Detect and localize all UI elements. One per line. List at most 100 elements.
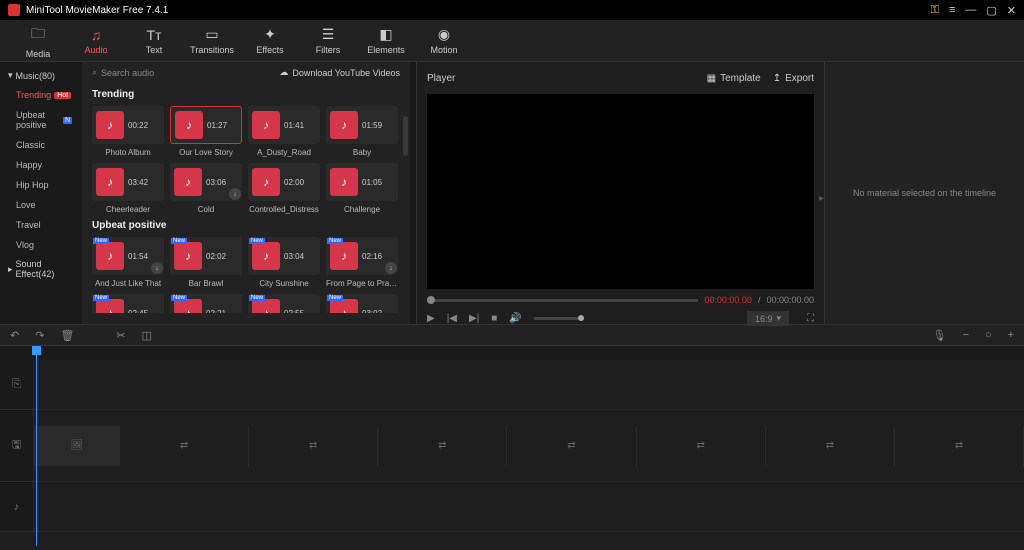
audio-card[interactable]: New ♪ 03:04 City Sunshine bbox=[248, 237, 320, 288]
download-icon[interactable]: ↓ bbox=[151, 262, 163, 274]
audio-card[interactable]: ♪ 03:06 ↓ Cold bbox=[170, 163, 242, 214]
audio-duration: 02:45 bbox=[128, 309, 148, 314]
sidebar-item-classic[interactable]: Classic bbox=[0, 135, 82, 155]
app-title: MiniTool MovieMaker Free 7.4.1 bbox=[26, 5, 168, 16]
scrollbar[interactable] bbox=[403, 116, 408, 156]
download-youtube-link[interactable]: ☁ Download YouTube Videos bbox=[279, 67, 400, 78]
video-preview[interactable] bbox=[427, 94, 814, 289]
sidebar-item-upbeat-positive[interactable]: Upbeat positiveN bbox=[0, 105, 82, 135]
split-button[interactable]: ✂ bbox=[116, 329, 125, 342]
toolbar-transitions[interactable]: ▭Transitions bbox=[184, 22, 240, 60]
track-header-lock[interactable]: ⎘ bbox=[0, 360, 34, 409]
track-header-audio[interactable]: ♪ bbox=[0, 482, 34, 531]
transition-slot[interactable]: ⇄ bbox=[249, 426, 378, 466]
track-header-video[interactable]: 🖫 bbox=[0, 410, 34, 481]
play-button[interactable]: ▶ bbox=[427, 313, 435, 324]
toolbar-audio[interactable]: ♫Audio bbox=[68, 22, 124, 60]
audio-card[interactable]: ♪ 00:22 Photo Album bbox=[92, 106, 164, 157]
timeline-ruler[interactable] bbox=[0, 346, 1024, 360]
music-category-header[interactable]: ▾ Music(80) bbox=[0, 66, 82, 85]
sidebar-item-vlog[interactable]: Vlog bbox=[0, 235, 82, 255]
volume-icon[interactable]: 🔊 bbox=[509, 313, 521, 324]
mic-button[interactable]: 🎙 bbox=[933, 329, 947, 342]
fullscreen-button[interactable]: ⛶ bbox=[807, 313, 814, 324]
audio-card[interactable]: New ♪ 02:55 bbox=[248, 294, 320, 313]
sidebar-item-happy[interactable]: Happy bbox=[0, 155, 82, 175]
sidebar-item-love[interactable]: Love bbox=[0, 195, 82, 215]
transition-slot[interactable]: ⇄ bbox=[637, 426, 766, 466]
video-slot-placeholder[interactable]: 🖼 bbox=[34, 426, 120, 466]
toolbar-elements[interactable]: ◧Elements bbox=[358, 22, 414, 60]
maximize-button[interactable]: ▢ bbox=[986, 4, 996, 17]
audio-label: Cheerleader bbox=[92, 205, 164, 214]
audio-card[interactable]: ♪ 03:42 Cheerleader bbox=[92, 163, 164, 214]
audio-card[interactable]: New ♪ 02:02 Bar Brawl bbox=[170, 237, 242, 288]
time-current: 00:00:00.00 bbox=[704, 295, 752, 305]
toolbar-text[interactable]: TᴛText bbox=[126, 22, 182, 60]
audio-card[interactable]: New ♪ 02:16 ↓ From Page to Practice bbox=[326, 237, 398, 288]
transition-slot[interactable]: ⇄ bbox=[507, 426, 636, 466]
audio-card[interactable]: ♪ 01:05 Challenge bbox=[326, 163, 398, 214]
audio-card[interactable]: New ♪ 02:45 bbox=[92, 294, 164, 313]
redo-button[interactable]: ↷ bbox=[35, 329, 44, 342]
next-frame-button[interactable]: ▶| bbox=[469, 313, 479, 324]
crop-button[interactable]: ◫ bbox=[142, 329, 152, 342]
audio-card[interactable]: New ♪ 02:21 bbox=[170, 294, 242, 313]
progress-slider[interactable] bbox=[427, 299, 698, 302]
effects-icon: ✦ bbox=[264, 26, 276, 43]
template-button[interactable]: ▦Template bbox=[707, 73, 761, 84]
toolbar-effects[interactable]: ✦Effects bbox=[242, 22, 298, 60]
minimize-button[interactable]: — bbox=[965, 4, 976, 16]
audio-thumb-icon: ♪ bbox=[175, 111, 203, 139]
audio-card[interactable]: New ♪ 03:02 bbox=[326, 294, 398, 313]
toolbar-filters[interactable]: ☰Filters bbox=[300, 22, 356, 60]
audio-label: A_Dusty_Road bbox=[248, 148, 320, 157]
transition-slot[interactable]: ⇄ bbox=[378, 426, 507, 466]
audio-thumb-icon: ♪ bbox=[252, 299, 280, 313]
sidebar-item-travel[interactable]: Travel bbox=[0, 215, 82, 235]
audio-label: Cold bbox=[170, 205, 242, 214]
download-icon[interactable]: ↓ bbox=[385, 262, 397, 274]
prev-frame-button[interactable]: |◀ bbox=[447, 313, 457, 324]
audio-thumb-icon: ♪ bbox=[96, 299, 124, 313]
timeline[interactable]: ⎘ 🖫 🖼 ⇄ ⇄ ⇄ ⇄ ⇄ ⇄ ⇄ ♪ bbox=[0, 346, 1024, 550]
menu-icon[interactable]: ≡ bbox=[949, 4, 955, 16]
search-input[interactable]: ⌕ Search audio bbox=[92, 67, 154, 78]
audio-duration: 01:54 bbox=[128, 252, 148, 261]
audio-card[interactable]: ♪ 02:00 Controlled_Distress bbox=[248, 163, 320, 214]
zoom-out-button[interactable]: − bbox=[962, 329, 968, 341]
playhead[interactable] bbox=[36, 346, 37, 546]
audio-card[interactable]: ♪ 01:41 A_Dusty_Road bbox=[248, 106, 320, 157]
transition-icon: ⇄ bbox=[826, 440, 834, 451]
key-icon[interactable]: ⚿ bbox=[931, 4, 939, 17]
zoom-in-button[interactable]: + bbox=[1008, 329, 1014, 341]
delete-button[interactable]: 🗑 bbox=[60, 329, 74, 342]
new-badge: New bbox=[327, 295, 343, 301]
stop-button[interactable]: ■ bbox=[491, 313, 497, 324]
aspect-ratio-select[interactable]: 16:9▾ bbox=[747, 311, 789, 326]
download-icon[interactable]: ↓ bbox=[229, 188, 241, 200]
audio-track[interactable]: ♪ bbox=[0, 482, 1024, 532]
audio-card[interactable]: ♪ 01:59 Baby bbox=[326, 106, 398, 157]
sidebar-item-hip-hop[interactable]: Hip Hop bbox=[0, 175, 82, 195]
audio-thumb-icon: ♪ bbox=[330, 111, 358, 139]
video-track[interactable]: 🖫 🖼 ⇄ ⇄ ⇄ ⇄ ⇄ ⇄ ⇄ bbox=[0, 410, 1024, 482]
zoom-fit-button[interactable]: ○ bbox=[985, 329, 992, 341]
transition-slot[interactable]: ⇄ bbox=[895, 426, 1024, 466]
audio-card[interactable]: New ♪ 01:54 ↓ And Just Like That bbox=[92, 237, 164, 288]
audio-label: Photo Album bbox=[92, 148, 164, 157]
transition-icon: ⇄ bbox=[696, 440, 704, 451]
audio-card[interactable]: ♪ 01:27 Our Love Story bbox=[170, 106, 242, 157]
volume-slider[interactable] bbox=[534, 317, 584, 320]
transition-slot[interactable]: ⇄ bbox=[766, 426, 895, 466]
collapse-handle[interactable]: ▸ bbox=[819, 193, 824, 204]
toolbar-motion[interactable]: ◉Motion bbox=[416, 22, 472, 60]
sidebar-item-trending[interactable]: TrendingHot bbox=[0, 85, 82, 105]
transition-slot[interactable]: ⇄ bbox=[120, 426, 249, 466]
toolbar-media[interactable]: 🗀Media bbox=[10, 22, 66, 60]
close-button[interactable]: ✕ bbox=[1007, 4, 1016, 17]
sfx-category-header[interactable]: ▸ Sound Effect(42) bbox=[0, 255, 82, 283]
export-button[interactable]: ↥Export bbox=[773, 73, 814, 84]
undo-button[interactable]: ↶ bbox=[10, 329, 19, 342]
transition-icon: ⇄ bbox=[567, 440, 575, 451]
